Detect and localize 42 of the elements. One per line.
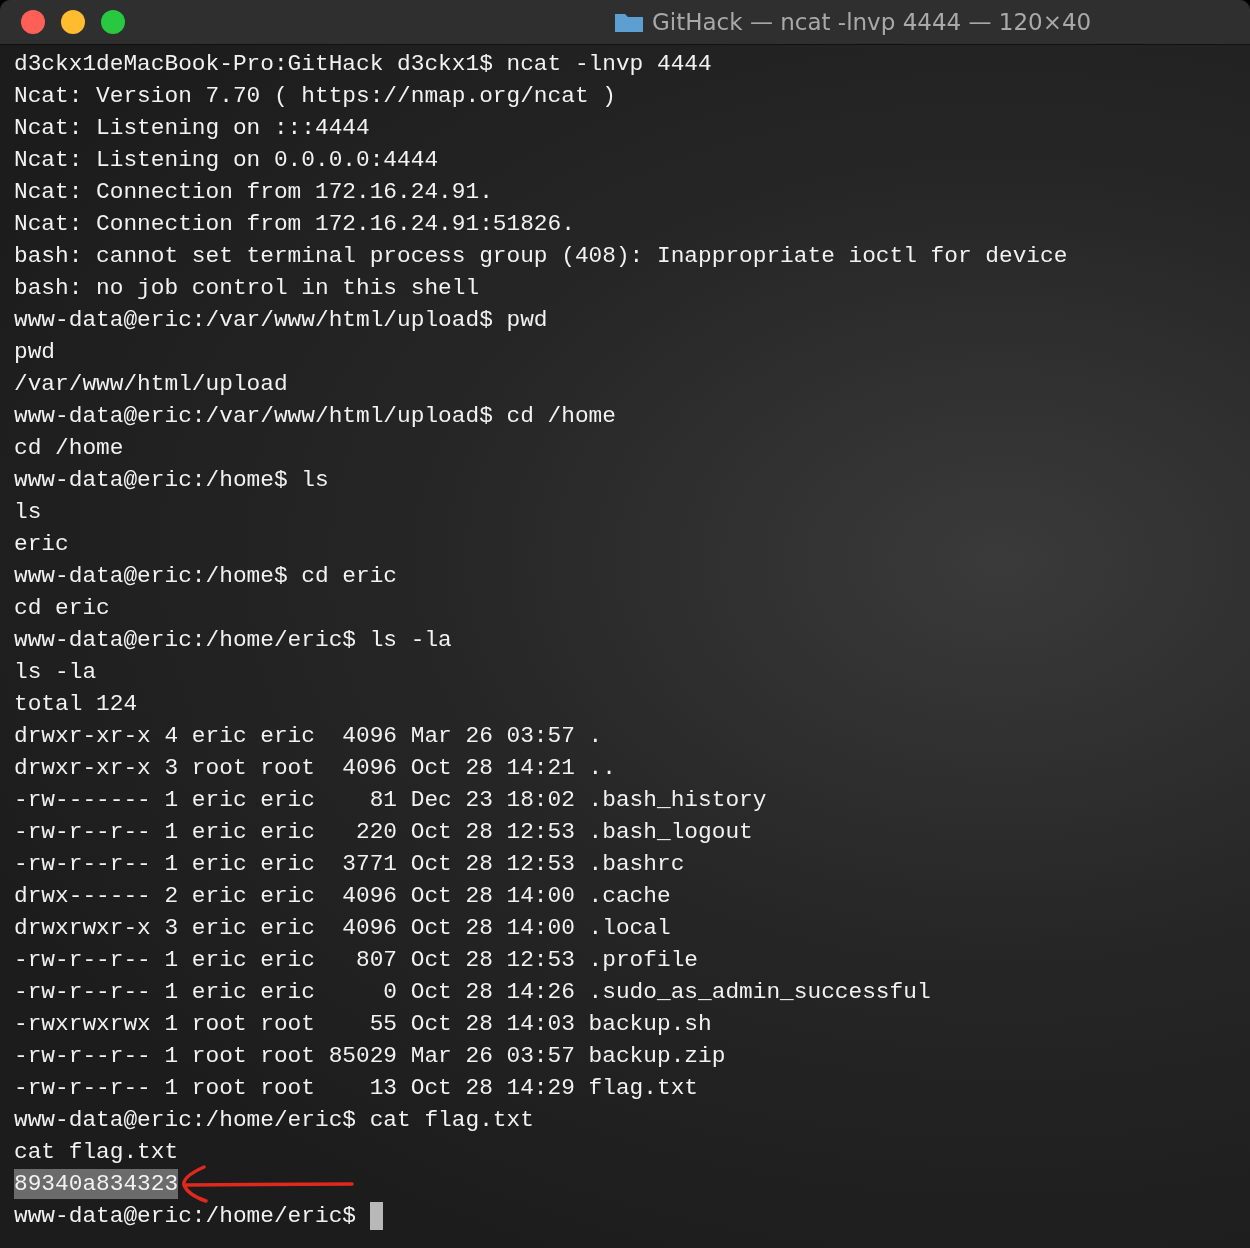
terminal-line: /var/www/html/upload — [14, 370, 288, 399]
terminal-line: www-data@eric:/home$ cd eric — [14, 562, 398, 591]
terminal-line: ls -la — [14, 658, 97, 687]
terminal-line: bash: no job control in this shell — [14, 274, 480, 303]
terminal-line: -rw-r--r-- 1 eric eric 0 Oct 28 14:26 .sudo_as_admin_successful — [14, 978, 931, 1007]
terminal-line: www-data@eric:/home/eric$ — [14, 1202, 357, 1231]
terminal-line: www-data@eric:/home$ ls — [14, 466, 329, 495]
terminal-line: ls — [14, 498, 42, 527]
terminal-line: drwx------ 2 eric eric 4096 Oct 28 14:00 .cache — [14, 882, 671, 911]
terminal-line: Ncat: Connection from 172.16.24.91:51826. — [14, 210, 575, 239]
terminal-line: www-data@eric:/var/www/html/upload$ pwd — [14, 306, 548, 335]
terminal-line: eric — [14, 530, 69, 559]
terminal-line: drwxrwxr-x 3 eric eric 4096 Oct 28 14:00 .local — [14, 914, 671, 943]
terminal-line: pwd — [14, 338, 56, 367]
terminal-line: drwxr-xr-x 4 eric eric 4096 Mar 26 03:57 . — [14, 722, 603, 751]
terminal-line: www-data@eric:/home/eric$ ls -la — [14, 626, 452, 655]
folder-icon — [614, 11, 644, 33]
terminal-line: Ncat: Version 7.70 ( https://nmap.org/ncat ) — [14, 82, 616, 111]
terminal-line: www-data@eric:/var/www/html/upload$ cd /home — [14, 402, 616, 431]
zoom-button[interactable] — [101, 10, 125, 34]
terminal-line: -rwxrwxrwx 1 root root 55 Oct 28 14:03 backup.sh — [14, 1010, 712, 1039]
terminal-line: -rw-r--r-- 1 eric eric 220 Oct 28 12:53 .bash_logout — [14, 818, 753, 847]
terminal-line: Ncat: Listening on 0.0.0.0:4444 — [14, 146, 439, 175]
terminal-line: cd eric — [14, 594, 110, 623]
terminal-line: -rw-r--r-- 1 eric eric 3771 Oct 28 12:53 .bashrc — [14, 850, 685, 879]
terminal-line: drwxr-xr-x 3 root root 4096 Oct 28 14:21 .. — [14, 754, 616, 783]
terminal-line: bash: cannot set terminal process group (408): Inappropriate ioctl for device — [14, 242, 1068, 271]
terminal-line: -rw-r--r-- 1 root root 85029 Mar 26 03:57 backup.zip — [14, 1042, 726, 1071]
terminal-line: total 124 — [14, 690, 138, 719]
terminal-line: www-data@eric:/home/eric$ cat flag.txt — [14, 1106, 534, 1135]
terminal-line: Ncat: Listening on :::4444 — [14, 114, 370, 143]
terminal-line: -rw-r--r-- 1 root root 13 Oct 28 14:29 flag.txt — [14, 1074, 699, 1103]
terminal-line: -rw-r--r-- 1 eric eric 807 Oct 28 12:53 .profile — [14, 946, 699, 975]
selected-text: 89340a834323 — [14, 1169, 179, 1199]
terminal-line: -rw------- 1 eric eric 81 Dec 23 18:02 .bash_history — [14, 786, 767, 815]
terminal-line: d3ckx1deMacBook-Pro:GitHack d3ckx1$ ncat -lnvp 4444 — [14, 50, 712, 79]
window-title: GitHack — ncat -lnvp 4444 — 120×40 — [652, 9, 1092, 35]
terminal-line: cat flag.txt — [14, 1138, 179, 1167]
terminal-line: Ncat: Connection from 172.16.24.91. — [14, 178, 493, 207]
close-button[interactable] — [21, 10, 45, 34]
terminal-line: cd /home — [14, 434, 124, 463]
minimize-button[interactable] — [61, 10, 85, 34]
